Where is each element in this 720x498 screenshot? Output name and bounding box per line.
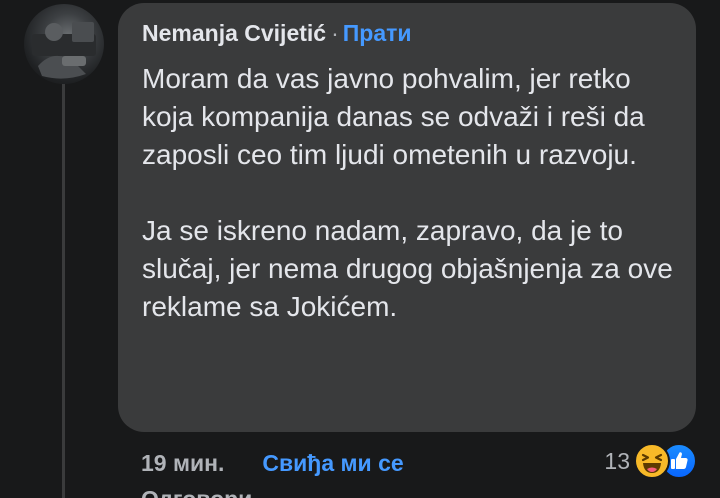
reply-thread-line — [62, 84, 65, 498]
reaction-count: 13 — [604, 447, 630, 474]
reaction-icons — [634, 443, 697, 479]
comment-timestamp[interactable]: 19 мин. — [141, 450, 224, 476]
avatar-photo — [32, 22, 96, 79]
author-name[interactable]: Nemanja Cvijetić — [142, 20, 326, 46]
reply-button[interactable]: Одговори — [141, 486, 252, 498]
comment-text: Moram da vas javno pohvalim, jer retko k… — [142, 60, 682, 326]
comment-paragraph: Moram da vas javno pohvalim, jer retko k… — [142, 63, 645, 170]
follow-button[interactable]: Прати — [343, 20, 412, 46]
comment-actions: 19 мин. Свиђа ми се — [141, 450, 404, 477]
avatar[interactable] — [24, 4, 104, 84]
like-button[interactable]: Свиђа ми се — [262, 450, 403, 476]
comment-header: Nemanja Cvijetić · Прати — [142, 20, 412, 47]
reactions-summary[interactable]: 13 — [604, 443, 697, 479]
comment-bubble: Nemanja Cvijetić · Прати Moram da vas javn… — [118, 3, 696, 432]
header-separator: · — [331, 20, 339, 46]
haha-icon — [634, 443, 670, 479]
comment-paragraph: Ja se iskreno nadam, zapravo, da je to s… — [142, 215, 673, 322]
